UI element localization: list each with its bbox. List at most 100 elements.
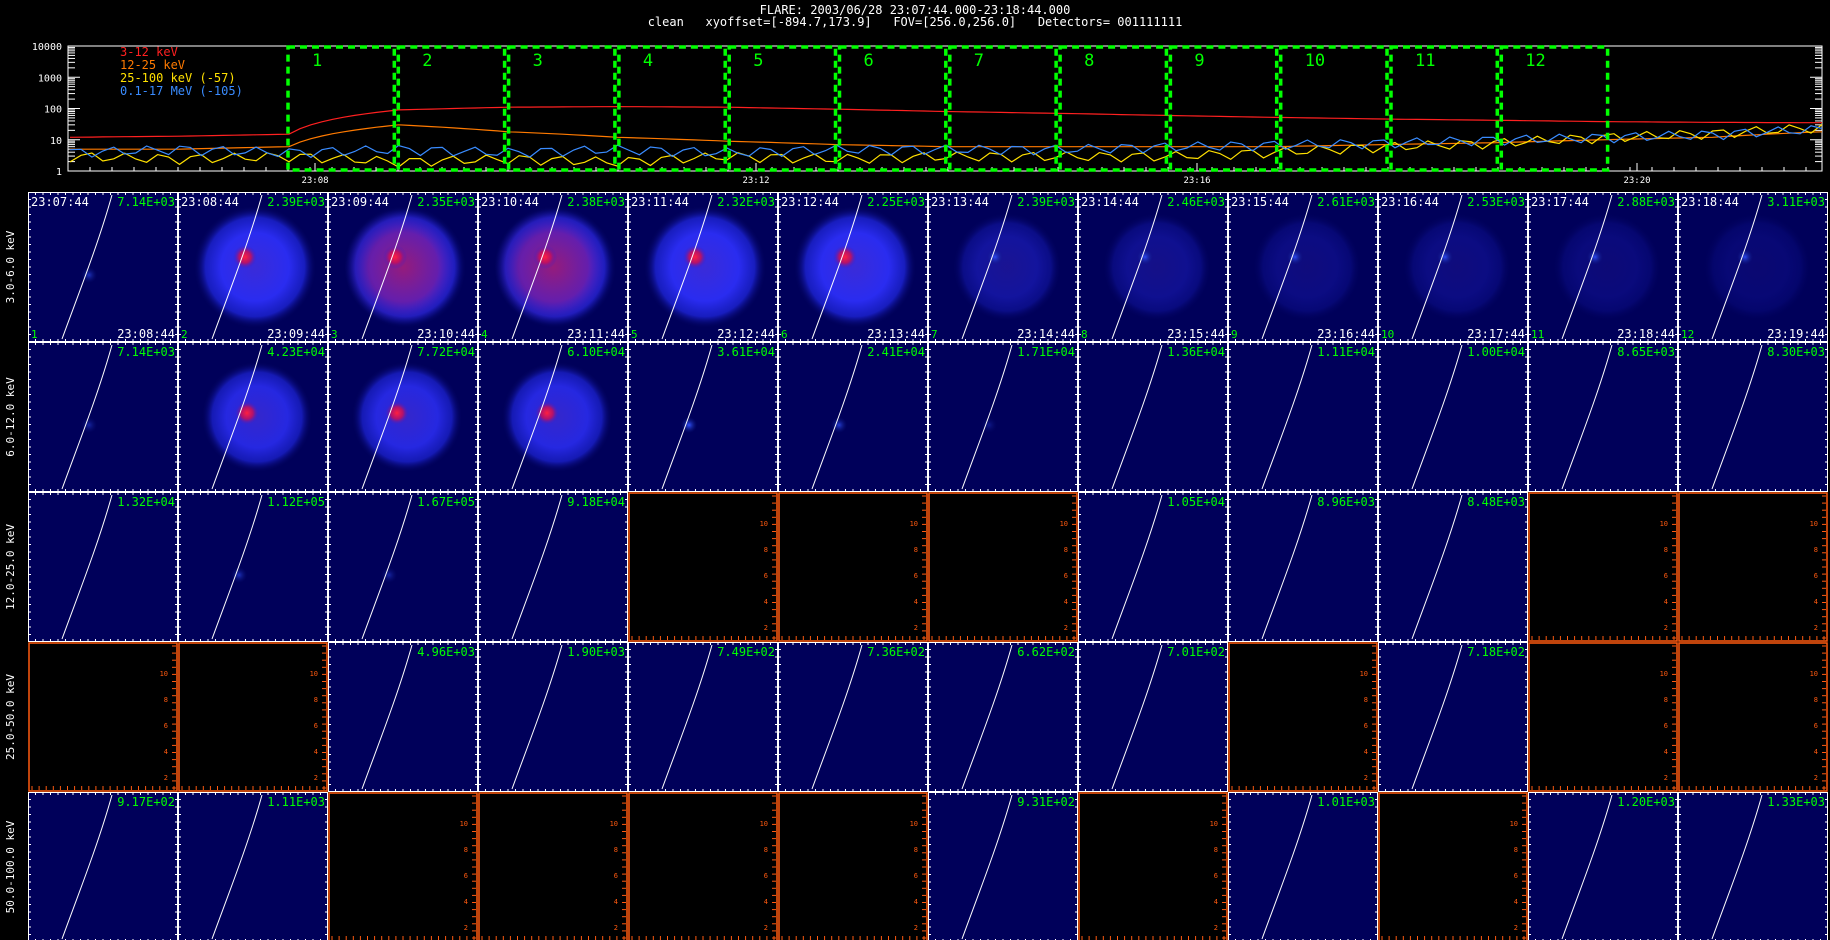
empty-panel-tick-label: 6: [164, 722, 168, 730]
y-tick-label: 1: [56, 167, 62, 178]
x-tick-label: 23:12: [742, 176, 769, 186]
panel-interval-number: 10: [1381, 328, 1394, 341]
empty-panel-tick-label: 10: [1660, 670, 1668, 678]
energy-row-label: 50.0-100.0 keV: [4, 820, 17, 913]
empty-panel-tick-label: 10: [160, 670, 168, 678]
empty-panel-tick-label: 8: [1664, 546, 1668, 554]
x-tick-label: 23:20: [1623, 176, 1650, 186]
image-panel: [928, 642, 1078, 792]
panel-end-time: 23:16:44: [1317, 327, 1375, 341]
empty-panel-tick-label: 6: [614, 872, 618, 880]
panel-interval-number: 11: [1531, 328, 1544, 341]
panel-end-time: 23:18:44: [1617, 327, 1675, 341]
plot-parameters: clean xyoffset=[-894.7,173.9] FOV=[256.0…: [647, 15, 1183, 29]
empty-panel-tick-label: 10: [1810, 520, 1818, 528]
empty-panel-tick-label: 8: [1214, 846, 1218, 854]
source-halo: [1402, 212, 1512, 322]
source-core: [1287, 249, 1303, 265]
empty-panel-tick-label: 2: [764, 624, 768, 632]
empty-panel-tick-label: 8: [914, 846, 918, 854]
empty-panel-tick-label: 8: [1664, 696, 1668, 704]
panel-interval-number: 8: [1081, 328, 1088, 341]
time-interval-label: 10: [1305, 51, 1325, 71]
panel-start-time: 23:12:44: [781, 195, 839, 209]
image-grid: 3.0-6.0 keV 6.0-12.0 keV 12.0-25.0 keV 25.0…: [4, 192, 1828, 940]
empty-panel-tick-label: 10: [1810, 670, 1818, 678]
panel-max-value: 8.48E+03: [1467, 495, 1525, 509]
empty-panel-tick-label: 2: [1214, 924, 1218, 932]
panel-max-value: 2.39E+03: [267, 195, 325, 209]
empty-panel-tick-label: 6: [1814, 722, 1818, 730]
panel-interval-number: 7: [931, 328, 938, 341]
image-panel: [328, 492, 478, 642]
image-panel: [1678, 792, 1828, 940]
image-panel: [1078, 492, 1228, 642]
source-ring: [495, 209, 611, 325]
image-panel: [778, 642, 928, 792]
panel-start-time: 23:10:44: [481, 195, 539, 209]
empty-panel-tick-label: 8: [764, 846, 768, 854]
source-core: [1737, 249, 1753, 265]
panel-max-value: 7.18E+02: [1467, 645, 1525, 659]
empty-panel-tick-label: 4: [1814, 598, 1818, 606]
time-interval-box: [506, 45, 617, 172]
empty-image-panel: [478, 792, 628, 940]
time-interval-box: [1168, 45, 1279, 172]
empty-panel-tick-label: 2: [1064, 624, 1068, 632]
empty-image-panel: [328, 792, 478, 940]
lightcurve-plot: 10000 1000 100 10 1 23:08 23:12 23:16 23:20 3-12 …: [32, 42, 1823, 186]
time-interval-label: 3: [533, 51, 543, 71]
panel-max-value: 1.90E+03: [567, 645, 625, 659]
panel-max-value: 1.12E+05: [267, 495, 325, 509]
panel-max-value: 2.88E+03: [1617, 195, 1675, 209]
empty-panel-tick-label: 8: [764, 546, 768, 554]
empty-panel-tick-label: 6: [914, 572, 918, 580]
legend-entry: 12-25 keV: [120, 58, 185, 72]
panel-max-value: 2.39E+03: [1017, 195, 1075, 209]
panel-start-time: 23:13:44: [931, 195, 989, 209]
panel-start-time: 23:08:44: [181, 195, 239, 209]
empty-panel-tick-label: 8: [1514, 846, 1518, 854]
empty-panel-tick-label: 8: [464, 846, 468, 854]
source-core: [987, 249, 1003, 265]
empty-panel-tick-label: 4: [614, 898, 618, 906]
time-interval-label: 7: [974, 51, 984, 71]
x-tick-label: 23:08: [301, 176, 328, 186]
panel-start-time: 23:15:44: [1231, 195, 1289, 209]
y-tick-label: 100: [44, 105, 62, 116]
empty-panel-tick-label: 6: [1664, 722, 1668, 730]
image-panel: [1528, 792, 1678, 940]
panel-interval-number: 6: [781, 328, 788, 341]
panel-end-time: 23:15:44: [1167, 327, 1225, 341]
panel-interval-number: 1: [31, 328, 38, 341]
empty-image-panel: [1528, 642, 1678, 792]
panel-max-value: 1.00E+04: [1467, 345, 1525, 359]
empty-panel-tick-label: 2: [1664, 774, 1668, 782]
empty-panel-tick-label: 10: [1060, 520, 1068, 528]
empty-panel-tick-label: 4: [1214, 898, 1218, 906]
source-halo: [1702, 212, 1812, 322]
panel-max-value: 6.62E+02: [1017, 645, 1075, 659]
image-panel: [1378, 342, 1528, 492]
empty-image-panel: [928, 492, 1078, 642]
panel-start-time: 23:07:44: [31, 195, 89, 209]
image-panel: [1078, 342, 1228, 492]
panel-start-time: 23:09:44: [331, 195, 389, 209]
energy-row-label: 25.0-50.0 keV: [4, 674, 17, 760]
source-core: [385, 401, 409, 425]
panel-max-value: 2.38E+03: [567, 195, 625, 209]
source-halo: [1252, 212, 1362, 322]
empty-image-panel: [778, 492, 928, 642]
image-panel: [28, 492, 178, 642]
panel-max-value: 7.14E+03: [117, 195, 175, 209]
image-panel: [1678, 342, 1828, 492]
empty-panel-tick-label: 4: [1364, 748, 1368, 756]
source-core: [1137, 249, 1153, 265]
empty-panel-tick-label: 4: [914, 598, 918, 606]
image-panel: [1528, 342, 1678, 492]
panel-end-time: 23:14:44: [1017, 327, 1075, 341]
empty-panel-tick-label: 4: [764, 898, 768, 906]
image-panel: [478, 492, 628, 642]
empty-panel-tick-label: 2: [614, 924, 618, 932]
panel-start-time: 23:11:44: [631, 195, 689, 209]
